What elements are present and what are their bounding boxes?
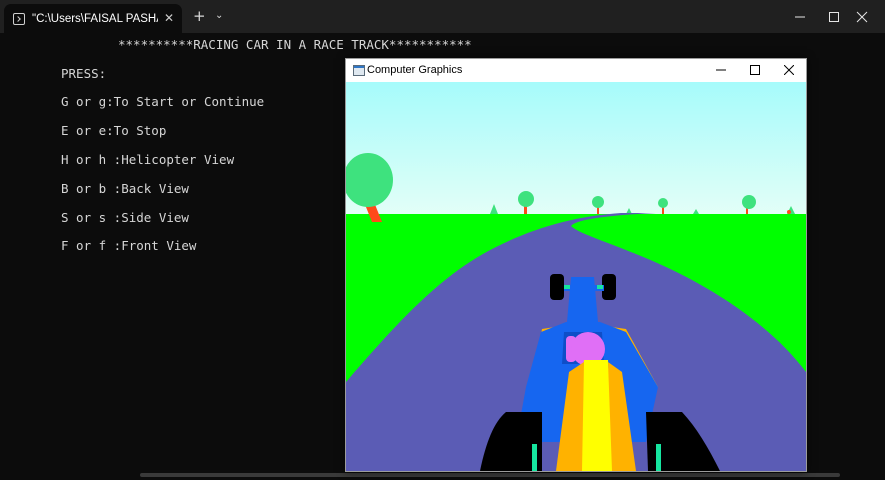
instruction-helicopter-view: H or h :Helicopter View [61, 152, 235, 167]
graphics-titlebar: Computer Graphics [346, 59, 806, 82]
program-heading: **********RACING CAR IN A RACE TRACK****… [118, 37, 472, 52]
instruction-front-view: F or f :Front View [61, 238, 197, 253]
graphics-window[interactable]: Computer Graphics [345, 58, 807, 472]
close-icon [856, 11, 868, 23]
instruction-start: G or g:To Start or Continue [61, 94, 265, 109]
graphics-maximize-button[interactable] [738, 59, 772, 82]
instruction-side-view: S or s :Side View [61, 210, 189, 225]
instruction-back-view: B or b :Back View [61, 181, 189, 196]
app-window-icon [353, 65, 365, 76]
minimize-icon [795, 16, 805, 18]
close-window-button[interactable] [839, 0, 885, 33]
tab-dropdown-icon[interactable]: ⌄ [215, 9, 223, 23]
terminal-icon [13, 13, 25, 25]
graphics-minimize-button[interactable] [704, 59, 738, 82]
race-track-scene[interactable] [346, 82, 806, 471]
press-label: PRESS: [61, 66, 107, 81]
close-icon [784, 65, 794, 75]
new-tab-button[interactable]: + [193, 8, 206, 24]
graphics-window-title: Computer Graphics [367, 64, 463, 76]
terminal-titlebar: "C:\Users\FAISAL PASHA\Doc ✕ + ⌄ [0, 0, 885, 33]
instruction-stop: E or e:To Stop [61, 123, 167, 138]
minimize-icon [716, 69, 726, 71]
car-nose [567, 277, 598, 322]
tab-title: "C:\Users\FAISAL PASHA\Doc [32, 13, 158, 25]
front-right-wheel [602, 274, 616, 300]
horizontal-scrollbar[interactable] [140, 473, 840, 477]
front-left-wheel [550, 274, 564, 300]
sky [346, 82, 806, 222]
maximize-icon [750, 65, 760, 75]
graphics-close-button[interactable] [772, 59, 806, 82]
close-tab-icon[interactable]: ✕ [164, 10, 174, 26]
terminal-tab[interactable]: "C:\Users\FAISAL PASHA\Doc ✕ [4, 4, 182, 33]
